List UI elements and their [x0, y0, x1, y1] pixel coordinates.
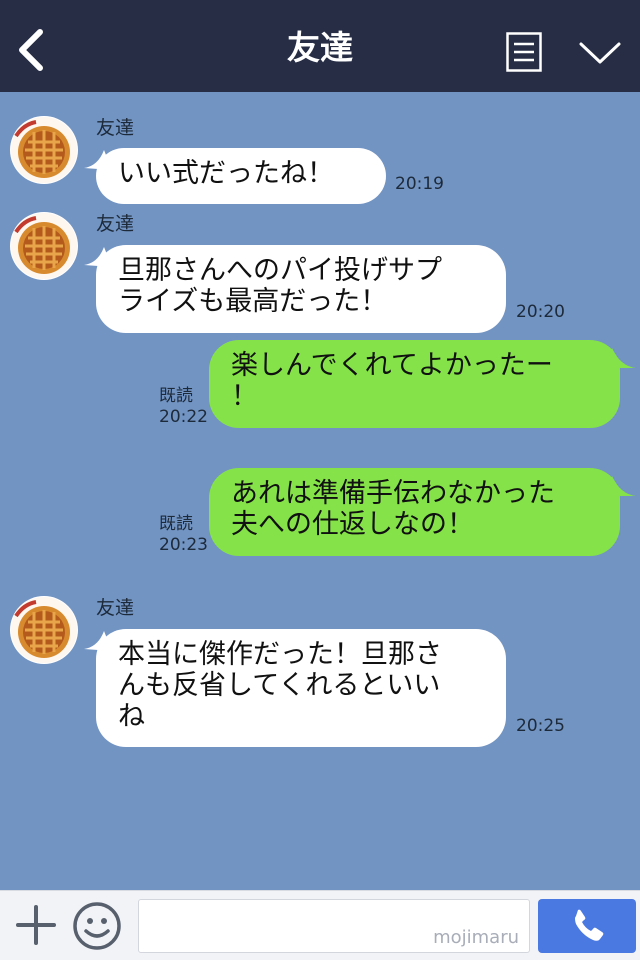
- message-line: 本当に傑作だった！旦那さ: [118, 639, 442, 670]
- bubble-tail: [604, 476, 636, 496]
- message-bubble[interactable]: 旦那さんへのパイ投げサプ ライズも最高だった！: [96, 245, 506, 333]
- message-line: んも反省してくれるといい: [118, 670, 441, 701]
- message-line: 楽しんでくれてよかったー: [231, 350, 553, 381]
- read-receipt: 既読: [159, 386, 193, 406]
- message-line: ね: [118, 701, 145, 732]
- chat-title: 友達: [287, 28, 353, 67]
- message-line: ライズも最高だった！: [118, 286, 388, 317]
- message-bubble[interactable]: 本当に傑作だった！旦那さ んも反省してくれるといい ね: [96, 629, 506, 747]
- message-input[interactable]: mojimaru: [138, 899, 530, 953]
- sender-name: 友達: [96, 117, 135, 139]
- avatar[interactable]: [10, 212, 78, 280]
- message-time: 20:25: [516, 716, 565, 736]
- message-time: 20:23: [159, 535, 208, 555]
- chevron-down-icon[interactable]: [578, 38, 622, 68]
- message-line: あれは準備手伝わなかった: [231, 478, 555, 509]
- message-time: 20:20: [516, 302, 565, 322]
- message-time: 20:22: [159, 407, 208, 427]
- message-line: ！: [231, 381, 258, 412]
- sender-name: 友達: [96, 597, 135, 619]
- plus-icon[interactable]: [14, 903, 58, 947]
- notes-menu-icon[interactable]: [506, 32, 542, 72]
- smiley-icon[interactable]: [72, 901, 122, 951]
- avatar[interactable]: [10, 596, 78, 664]
- bubble-tail: [604, 348, 636, 368]
- message-line: 夫への仕返しなの！: [231, 509, 474, 540]
- message-bubble[interactable]: あれは準備手伝わなかった 夫への仕返しなの！: [209, 468, 620, 556]
- message-line: いい式だったね！: [118, 158, 334, 189]
- sender-name: 友達: [96, 213, 135, 235]
- phone-icon: [575, 909, 604, 941]
- message-time: 20:19: [395, 174, 444, 194]
- watermark: mojimaru: [433, 927, 519, 948]
- input-bar: mojimaru: [0, 890, 640, 960]
- message-bubble[interactable]: いい式だったね！: [96, 148, 386, 204]
- avatar[interactable]: [10, 116, 78, 184]
- read-receipt: 既読: [159, 514, 193, 534]
- call-button[interactable]: [538, 899, 636, 953]
- message-list[interactable]: 友達 いい式だったね！ 20:19 友達 旦那さんへのパイ投げサプ ライズも最高…: [0, 92, 640, 890]
- message-bubble[interactable]: 楽しんでくれてよかったー ！: [209, 340, 620, 428]
- message-line: 旦那さんへのパイ投げサプ: [118, 255, 442, 286]
- chat-header: 友達: [0, 0, 640, 92]
